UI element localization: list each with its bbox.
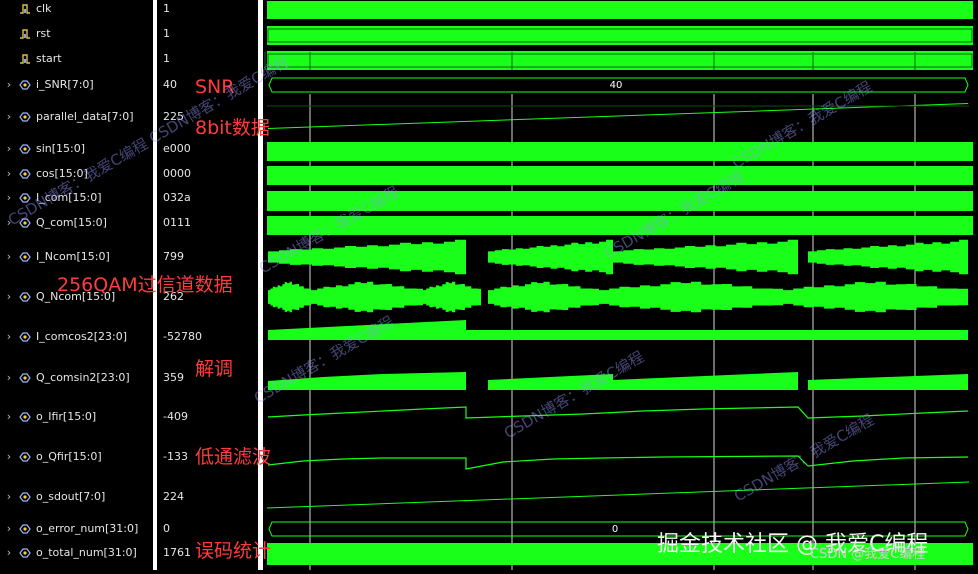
signal-row[interactable]: › o_Qfir[15:0] <box>0 446 153 468</box>
annotation-qam-channel-data: 256QAM过信道数据 <box>57 274 233 296</box>
bit-signal-icon <box>20 4 30 14</box>
bus-signal-icon <box>19 112 31 122</box>
bus-signal-icon <box>19 373 31 383</box>
signal-value: 40 <box>163 78 177 91</box>
signal-value: 0 <box>163 522 170 535</box>
signal-row[interactable]: start <box>0 48 153 70</box>
signal-value: 0111 <box>163 216 191 229</box>
signal-value: 1761 <box>163 546 191 559</box>
signal-row[interactable]: › o_sdout[7:0] <box>0 486 153 508</box>
bus-signal-icon <box>19 332 31 342</box>
signal-value: -52780 <box>163 330 202 343</box>
bit-signal-icon <box>20 29 30 39</box>
clk-wave <box>267 1 973 19</box>
signal-name: o_error_num[31:0] <box>36 522 139 535</box>
annotation-error-statistics: 误码统计 <box>195 540 272 562</box>
signal-name: Q_com[15:0] <box>36 216 107 229</box>
signal-value: 032a <box>163 191 191 204</box>
expand-chevron-icon[interactable]: › <box>4 138 14 160</box>
signal-name: i_SNR[7:0] <box>36 78 94 91</box>
signal-value: -409 <box>163 410 188 423</box>
signal-row[interactable]: › o_Ifir[15:0] <box>0 406 153 428</box>
signal-value: 359 <box>163 371 184 384</box>
bus-signal-icon <box>19 548 31 558</box>
sin-wave <box>267 142 973 161</box>
signal-row[interactable]: › o_total_num[31:0] <box>0 542 153 564</box>
snr-bus-label: 40 <box>610 80 623 91</box>
bus-signal-icon <box>19 492 31 502</box>
signal-row[interactable]: › parallel_data[7:0] <box>0 106 153 128</box>
bus-signal-icon <box>19 524 31 534</box>
expand-chevron-icon[interactable]: › <box>4 446 14 468</box>
q-ncom-wave <box>268 281 968 313</box>
signal-row[interactable]: › I_Ncom[15:0] <box>0 246 153 268</box>
expand-chevron-icon[interactable]: › <box>4 163 14 185</box>
annotation-lowpass-filter: 低通滤波 <box>195 446 272 468</box>
expand-chevron-icon[interactable]: › <box>4 326 14 348</box>
signal-value: -133 <box>163 450 188 463</box>
annotation-demodulation: 解调 <box>195 358 234 380</box>
csdn-credit: CSDN @我爱C编程 <box>810 547 926 562</box>
o-qfir-wave <box>267 455 969 470</box>
bus-signal-icon <box>19 252 31 262</box>
signal-row[interactable]: clk <box>0 0 153 20</box>
expand-chevron-icon[interactable]: › <box>4 106 14 128</box>
expand-chevron-icon[interactable]: › <box>4 246 14 268</box>
signal-name: Q_comsin2[23:0] <box>36 371 130 384</box>
signal-name: parallel_data[7:0] <box>36 110 134 123</box>
signal-row[interactable]: › i_SNR[7:0] <box>0 74 153 96</box>
cos-wave <box>267 166 973 185</box>
expand-chevron-icon[interactable]: › <box>4 542 14 564</box>
signal-name: o_sdout[7:0] <box>36 490 106 503</box>
expand-chevron-icon[interactable]: › <box>4 486 14 508</box>
error-num-bus-label: 0 <box>612 524 618 535</box>
signal-row[interactable]: › I_comcos2[23:0] <box>0 326 153 348</box>
signal-row[interactable]: › Q_comsin2[23:0] <box>0 367 153 389</box>
bit-signal-icon <box>20 54 30 64</box>
signal-value: 1 <box>163 2 170 15</box>
signal-name: I_Ncom[15:0] <box>36 250 110 263</box>
bus-signal-icon <box>19 452 31 462</box>
expand-chevron-icon[interactable]: › <box>4 286 14 308</box>
signal-name: sin[15:0] <box>36 142 86 155</box>
signal-value: 1 <box>163 52 170 65</box>
expand-chevron-icon[interactable]: › <box>4 518 14 540</box>
signal-row[interactable]: rst <box>0 23 153 45</box>
signal-name: clk <box>36 2 52 15</box>
bus-signal-icon <box>19 169 31 179</box>
signal-name: o_Qfir[15:0] <box>36 450 102 463</box>
signal-row[interactable]: › o_error_num[31:0] <box>0 518 153 540</box>
signal-value: 0000 <box>163 167 191 180</box>
signal-value: 224 <box>163 490 184 503</box>
bus-signal-icon <box>19 144 31 154</box>
expand-chevron-icon[interactable]: › <box>4 406 14 428</box>
bus-signal-icon <box>19 80 31 90</box>
signal-name: o_Ifir[15:0] <box>36 410 97 423</box>
signal-name: I_comcos2[23:0] <box>36 330 128 343</box>
parallel-data-wave <box>268 103 968 129</box>
expand-chevron-icon[interactable]: › <box>4 367 14 389</box>
bus-signal-icon <box>19 412 31 422</box>
signal-name: rst <box>36 27 51 40</box>
signal-value: 1 <box>163 27 170 40</box>
bus-signal-icon <box>19 292 31 302</box>
o-sdout-wave <box>266 481 970 509</box>
signal-name: o_total_num[31:0] <box>36 546 137 559</box>
signal-value: 799 <box>163 250 184 263</box>
expand-chevron-icon[interactable]: › <box>4 74 14 96</box>
signal-name: start <box>36 52 62 65</box>
